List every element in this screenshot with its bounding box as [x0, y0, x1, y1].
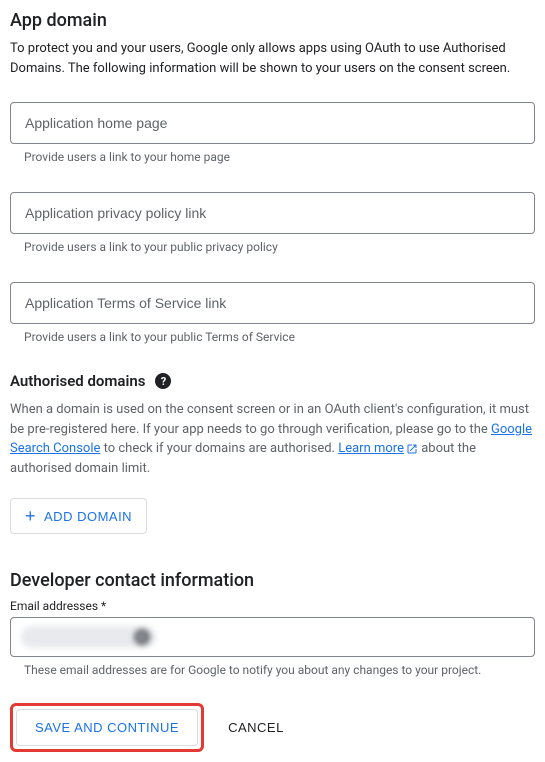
external-link-icon	[406, 443, 418, 455]
tos-input[interactable]	[10, 282, 535, 324]
home-page-helper: Provide users a link to your home page	[10, 150, 535, 164]
tos-helper: Provide users a link to your public Term…	[10, 330, 535, 344]
chip-remove-icon[interactable]: ✕	[134, 629, 150, 645]
save-and-continue-button[interactable]: SAVE AND CONTINUE	[16, 709, 198, 746]
cancel-button[interactable]: CANCEL	[228, 720, 284, 735]
plus-icon: +	[25, 507, 36, 525]
privacy-policy-input[interactable]	[10, 192, 535, 234]
save-button-highlight: SAVE AND CONTINUE	[10, 703, 204, 752]
developer-contact-title: Developer contact information	[10, 570, 535, 591]
authorised-domains-title: Authorised domains	[10, 372, 145, 390]
developer-contact-section: Developer contact information Email addr…	[10, 570, 535, 677]
learn-more-link[interactable]: Learn more	[338, 441, 418, 456]
email-addresses-input[interactable]: xxxxxxxxxxxxxxx ✕	[10, 617, 535, 657]
email-helper: These email addresses are for Google to …	[10, 663, 535, 677]
privacy-policy-helper: Provide users a link to your public priv…	[10, 240, 535, 254]
para-prefix: When a domain is used on the consent scr…	[10, 402, 529, 437]
authorised-domains-section: Authorised domains ? When a domain is us…	[10, 372, 535, 534]
para-mid: to check if your domains are authorised.	[100, 441, 338, 456]
home-page-input[interactable]	[10, 102, 535, 144]
app-domain-title: App domain	[10, 10, 535, 31]
action-button-row: SAVE AND CONTINUE CANCEL	[10, 703, 535, 752]
help-icon[interactable]: ?	[155, 373, 171, 389]
privacy-policy-field-group: Provide users a link to your public priv…	[10, 192, 535, 254]
email-addresses-label: Email addresses *	[10, 599, 535, 613]
home-page-field-group: Provide users a link to your home page	[10, 102, 535, 164]
email-chip-text: xxxxxxxxxxxxxxx	[31, 630, 128, 645]
authorised-domains-paragraph: When a domain is used on the consent scr…	[10, 400, 535, 478]
app-domain-description: To protect you and your users, Google on…	[10, 39, 535, 78]
add-domain-label: ADD DOMAIN	[44, 509, 132, 524]
email-chip: xxxxxxxxxxxxxxx ✕	[21, 626, 156, 648]
tos-field-group: Provide users a link to your public Term…	[10, 282, 535, 344]
add-domain-button[interactable]: + ADD DOMAIN	[10, 498, 147, 534]
